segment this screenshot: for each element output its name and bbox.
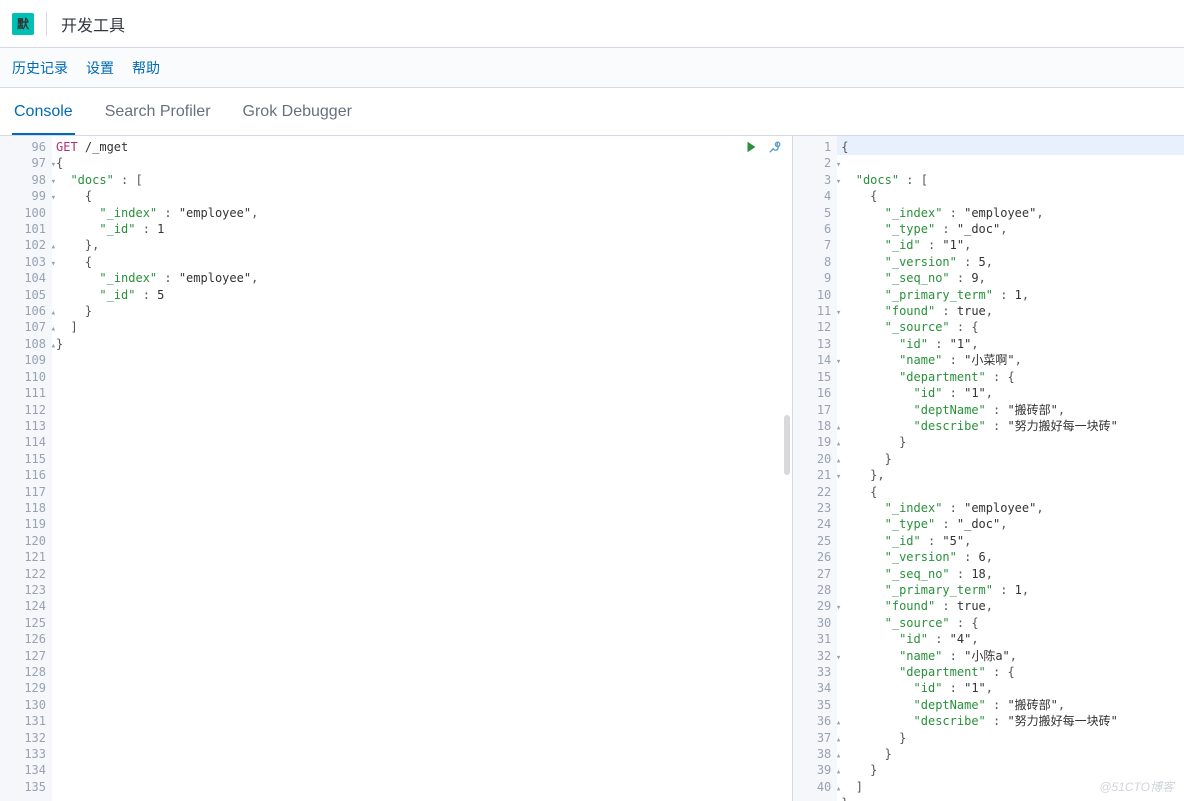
console-panes: 9697▾98▾99▾100101102▴103▾104105106▴107▴1…: [0, 136, 1184, 801]
sub-nav: 历史记录 设置 帮助: [0, 48, 1184, 88]
app-header: 默 开发工具: [0, 0, 1184, 48]
tab-console[interactable]: Console: [12, 93, 75, 135]
scroll-indicator[interactable]: [784, 415, 790, 475]
response-pane[interactable]: 1▾2▾3▾4567891011▾121314▾15161718▴19▴20▴2…: [793, 136, 1184, 801]
app-logo[interactable]: 默: [12, 13, 34, 35]
request-pane[interactable]: 9697▾98▾99▾100101102▴103▾104105106▴107▴1…: [0, 136, 793, 801]
wrench-icon[interactable]: [768, 140, 782, 154]
tab-search-profiler[interactable]: Search Profiler: [103, 93, 213, 135]
nav-settings[interactable]: 设置: [86, 58, 114, 78]
divider: [46, 12, 47, 36]
response-gutter: 1▾2▾3▾4567891011▾121314▾15161718▴19▴20▴2…: [793, 136, 837, 801]
play-icon[interactable]: [744, 140, 758, 154]
nav-history[interactable]: 历史记录: [12, 58, 68, 78]
request-editor[interactable]: GET /_mget { "docs" : [ { "_index" : "em…: [52, 136, 792, 801]
nav-help[interactable]: 帮助: [132, 58, 160, 78]
tabs: Console Search Profiler Grok Debugger: [0, 88, 1184, 136]
app-title: 开发工具: [61, 12, 125, 36]
request-actions: [744, 140, 782, 154]
watermark: @51CTO博客: [1099, 778, 1174, 795]
request-gutter: 9697▾98▾99▾100101102▴103▾104105106▴107▴1…: [0, 136, 52, 801]
response-viewer[interactable]: { "docs" : [ { "_index" : "employee", "_…: [837, 136, 1184, 801]
tab-grok-debugger[interactable]: Grok Debugger: [241, 93, 354, 135]
